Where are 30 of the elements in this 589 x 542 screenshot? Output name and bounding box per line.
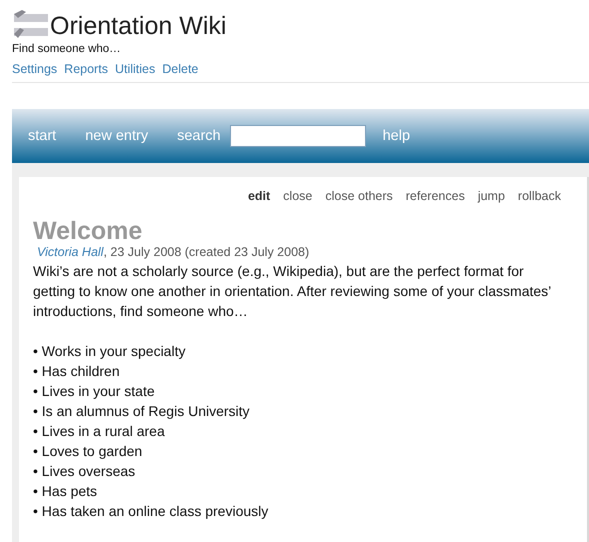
tiddler-title: Welcome	[33, 217, 144, 245]
list-item: • Has pets	[33, 482, 98, 501]
list-item: • Has children	[33, 362, 121, 381]
toolbar-command[interactable]: references	[406, 189, 465, 203]
list-item: • Has taken an online class previously	[33, 502, 270, 521]
byline-date: , 23 July 2008 (created 23 July 2008)	[103, 245, 310, 259]
list-item: • Lives in your state	[33, 382, 156, 401]
admin-link[interactable]: Settings	[12, 62, 58, 76]
nav-link[interactable]: start	[28, 128, 56, 144]
list-item: • Loves to garden	[33, 442, 144, 461]
admin-link[interactable]: Delete	[162, 62, 198, 76]
list-item: • Lives overseas	[33, 462, 136, 481]
author-link[interactable]: Victoria Hall	[37, 245, 104, 259]
toolbar-command[interactable]: edit	[248, 189, 270, 203]
nav-link[interactable]: new entry	[85, 128, 148, 144]
toolbar-command[interactable]: rollback	[518, 189, 561, 203]
toolbar-command[interactable]: close	[283, 189, 312, 203]
body-paragraph: Wiki’s are not a scholarly source (e.g., Wikipedia), but are the perfect format for getting to know one another in orientation. After reviewing some of your classmates’ introductions, find someone who…	[33, 262, 552, 321]
admin-link[interactable]: Utilities	[114, 62, 156, 76]
admin-link[interactable]: Reports	[64, 62, 108, 76]
list-item: • Works in your specialty	[33, 342, 186, 361]
nav-link[interactable]: help	[382, 128, 410, 144]
toolbar-command[interactable]: jump	[478, 189, 505, 203]
search-field[interactable]	[230, 125, 366, 147]
list-item: • Lives in a rural area	[33, 422, 166, 441]
search-label: search	[177, 128, 221, 144]
toolbar-command[interactable]: close others	[325, 189, 393, 203]
site-subtitle: Find someone who…	[12, 42, 122, 56]
site-title: Orientation Wiki	[50, 11, 226, 41]
list-item: • Is an alumnus of Regis University	[33, 402, 251, 421]
